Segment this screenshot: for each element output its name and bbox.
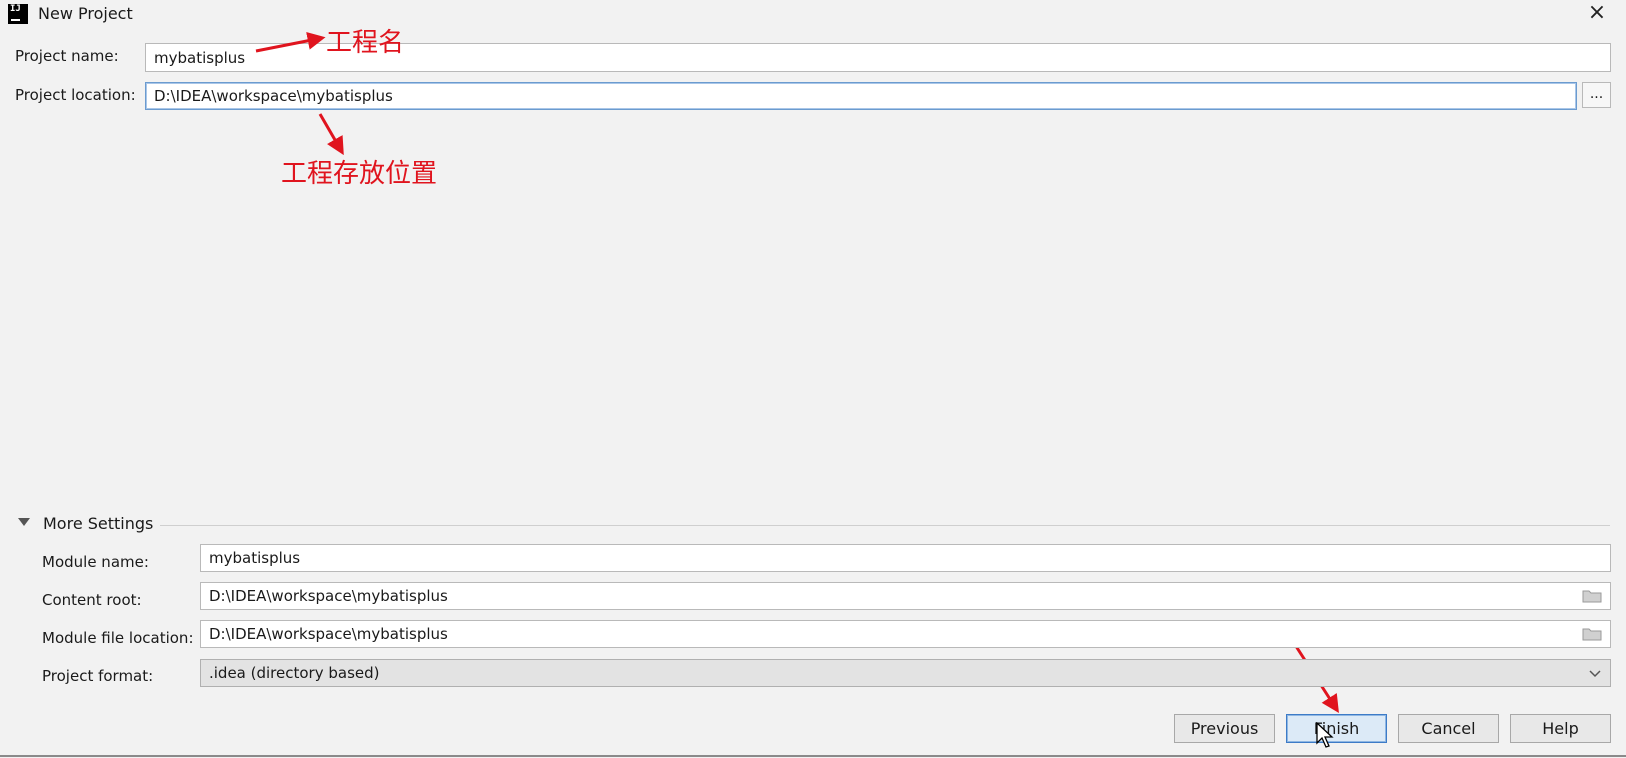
module-file-location-value: D:\IDEA\workspace\mybatisplus xyxy=(209,625,448,643)
content-root-input[interactable]: D:\IDEA\workspace\mybatisplus xyxy=(200,582,1611,610)
project-location-annotation: 工程存放位置 xyxy=(281,159,438,189)
window-bottom-border xyxy=(0,755,1626,757)
arrow-icon xyxy=(318,113,344,156)
help-button[interactable]: Help xyxy=(1510,714,1611,743)
more-settings-divider xyxy=(160,525,1610,526)
folder-icon[interactable] xyxy=(1582,589,1602,603)
content-root-label: Content root: xyxy=(42,591,142,609)
more-settings-header[interactable]: More Settings xyxy=(43,514,153,533)
module-file-location-label: Module file location: xyxy=(42,629,194,647)
mouse-cursor-icon xyxy=(1316,722,1334,748)
finish-button[interactable]: Finish xyxy=(1286,714,1387,743)
folder-icon[interactable] xyxy=(1582,627,1602,641)
project-format-label: Project format: xyxy=(42,667,154,685)
chevron-down-icon xyxy=(1589,670,1601,678)
previous-button[interactable]: Previous xyxy=(1174,714,1275,743)
triangle-down-icon[interactable] xyxy=(18,518,30,526)
arrow-icon xyxy=(255,31,326,53)
module-name-label: Module name: xyxy=(42,553,149,571)
cancel-button[interactable]: Cancel xyxy=(1398,714,1499,743)
project-format-value: .idea (directory based) xyxy=(209,664,380,682)
module-file-location-input[interactable]: D:\IDEA\workspace\mybatisplus xyxy=(200,620,1611,648)
module-name-input[interactable]: mybatisplus xyxy=(200,544,1611,572)
content-root-value: D:\IDEA\workspace\mybatisplus xyxy=(209,587,448,605)
module-name-value: mybatisplus xyxy=(209,549,301,567)
project-name-annotation: 工程名 xyxy=(326,28,405,58)
project-format-select[interactable]: .idea (directory based) xyxy=(200,659,1611,687)
